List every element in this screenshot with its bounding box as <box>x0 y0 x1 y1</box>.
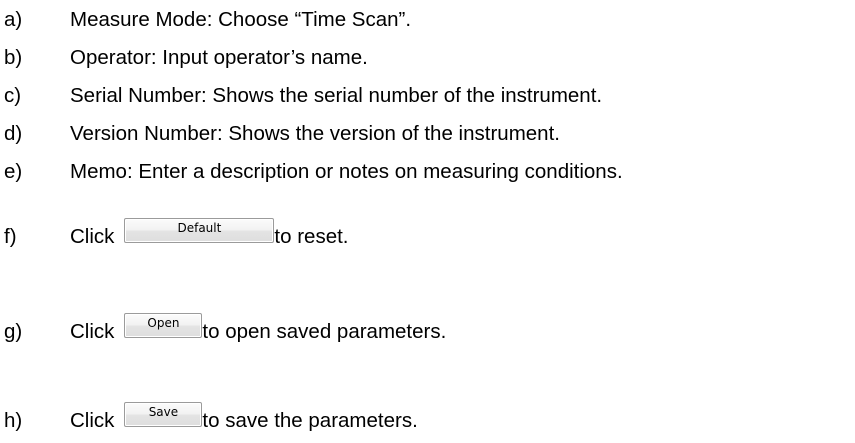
list-marker: d) <box>4 121 23 145</box>
list-item: d) Version Number: Shows the version of … <box>0 117 855 151</box>
list-item-text: Click Default to reset. <box>70 217 349 250</box>
list-item-text: Memo: Enter a description or notes on me… <box>70 159 623 183</box>
list-marker: h) <box>4 408 23 432</box>
list-item: h) Click Save to save the parameters. <box>0 401 855 438</box>
default-button[interactable]: Default <box>124 217 275 243</box>
list-marker: e) <box>4 159 23 183</box>
list-marker: a) <box>4 7 23 31</box>
button-description: to reset. <box>274 224 349 248</box>
list-item: g) Click Open to open saved parameters. <box>0 312 855 349</box>
list-item-text: Click Save to save the parameters. <box>70 401 418 434</box>
button-description: to save the parameters. <box>202 408 418 432</box>
list-item: a) Measure Mode: Choose “Time Scan”. <box>0 3 855 37</box>
list-item-text: Version Number: Shows the version of the… <box>70 121 560 145</box>
list-item: b) Operator: Input operator’s name. <box>0 41 855 75</box>
list-item: f) Click Default to reset. <box>0 217 855 254</box>
save-button[interactable]: Save <box>124 401 203 427</box>
list-item-text: Serial Number: Shows the serial number o… <box>70 83 603 107</box>
list-marker: f) <box>4 224 17 248</box>
list-marker: g) <box>4 319 23 343</box>
list-item-text: Click Open to open saved parameters. <box>70 312 447 345</box>
list-item: e) Memo: Enter a description or notes on… <box>0 155 855 189</box>
click-prefix: Click <box>70 224 115 248</box>
list-item-text: Measure Mode: Choose “Time Scan”. <box>70 7 412 31</box>
list-item: c) Serial Number: Shows the serial numbe… <box>0 79 855 113</box>
instruction-list: a) Measure Mode: Choose “Time Scan”. b) … <box>0 0 855 443</box>
button-description: to open saved parameters. <box>202 319 447 343</box>
click-prefix: Click <box>70 319 115 343</box>
list-marker: b) <box>4 45 23 69</box>
open-button[interactable]: Open <box>124 312 203 338</box>
list-marker: c) <box>4 83 22 107</box>
list-item-text: Operator: Input operator’s name. <box>70 45 368 69</box>
click-prefix: Click <box>70 408 115 432</box>
